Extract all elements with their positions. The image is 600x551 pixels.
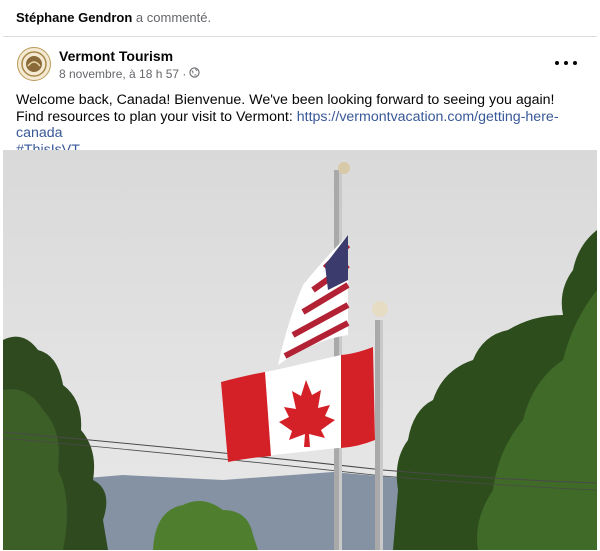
short-pole-finial <box>372 301 388 317</box>
post-text: Welcome back, Canada! Bienvenue. We've b… <box>16 92 581 158</box>
more-dot <box>564 61 568 65</box>
more-options-icon[interactable] <box>555 55 577 71</box>
page-avatar[interactable] <box>17 47 51 81</box>
globe-icon <box>189 67 201 82</box>
activity-header: Stéphane Gendron a commenté. <box>16 9 211 26</box>
post-photo[interactable] <box>3 150 597 550</box>
post-timestamp[interactable]: 8 novembre, à 18 h 57 · <box>59 67 186 82</box>
activity-actor-name[interactable]: Stéphane Gendron <box>16 10 132 25</box>
tall-pole-finial <box>338 162 350 174</box>
post-meta: 8 novembre, à 18 h 57 · <box>59 67 201 82</box>
short-flagpole-shine <box>380 320 383 550</box>
page-name[interactable]: Vermont Tourism <box>59 48 173 65</box>
activity-action-text: a commenté. <box>135 10 212 25</box>
post-card: Vermont Tourism 8 novembre, à 18 h 57 · … <box>3 36 597 551</box>
avatar-logo-icon <box>19 49 49 79</box>
more-dot <box>555 61 559 65</box>
flags-photo <box>3 150 597 550</box>
more-dot <box>573 61 577 65</box>
